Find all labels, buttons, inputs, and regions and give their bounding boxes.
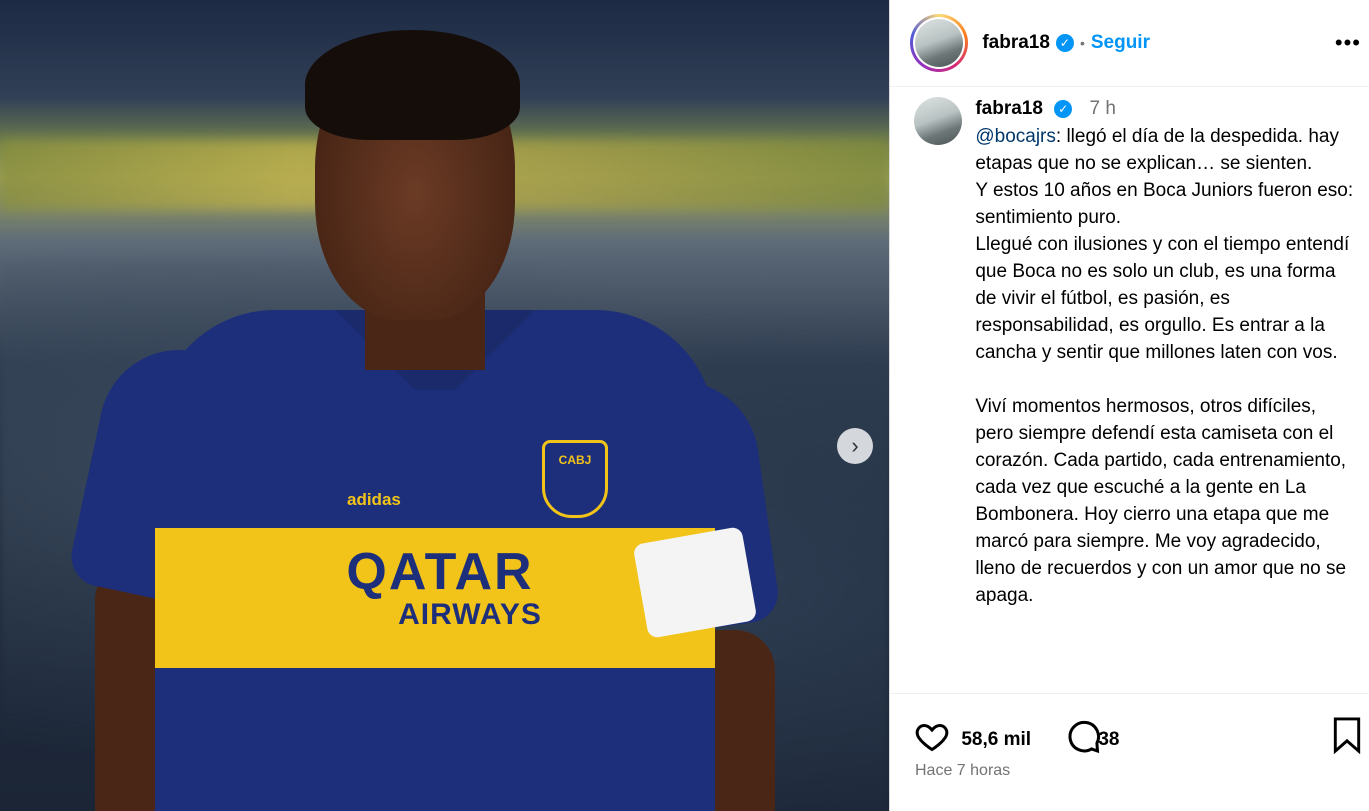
next-media-button[interactable]: ›: [837, 428, 873, 464]
caption-header: fabra18 ✓ 7 h: [975, 97, 1116, 121]
captain-armband: [632, 526, 758, 639]
caption-area: fabra18 ✓ 7 h @bocajrs: llegó el día de …: [890, 87, 1369, 694]
follow-button[interactable]: Seguir: [1091, 32, 1150, 54]
caption-body: : llegó el día de la despedida. hay etap…: [975, 126, 1354, 606]
post-actions: 58,6 mil 38: [890, 694, 1369, 766]
jersey-brand: adidas: [347, 490, 401, 509]
profile-avatar-ring[interactable]: [910, 14, 969, 72]
caption-text: @bocajrs: llegó el día de la despedida. …: [975, 123, 1355, 609]
verified-badge-icon: ✓: [1055, 34, 1074, 52]
chevron-right-icon: ›: [851, 433, 859, 458]
club-crest: CABJ: [542, 440, 608, 518]
post-side-panel: fabra18 ✓ • Seguir ••• fabra18 ✓ 7 h @bo…: [889, 0, 1369, 811]
crest-label: CABJ: [558, 453, 592, 467]
post-header: fabra18 ✓ • Seguir •••: [890, 0, 1369, 87]
post-timestamp: Hace 7 horas: [915, 762, 1011, 779]
sponsor-line-2: AIRWAYS: [398, 598, 542, 631]
heart-icon[interactable]: [914, 718, 950, 754]
more-options-icon[interactable]: •••: [1335, 30, 1361, 56]
verified-badge-icon: ✓: [1054, 99, 1073, 118]
header-separator: •: [1079, 35, 1085, 51]
caption-username[interactable]: fabra18: [975, 98, 1043, 119]
caption-avatar[interactable]: [914, 97, 963, 145]
post-media[interactable]: adidas CABJ QATAR AIRWAYS ›: [0, 0, 890, 811]
hair: [305, 30, 520, 140]
sponsor-line-1: QATAR: [346, 543, 534, 601]
bookmark-icon[interactable]: [1331, 716, 1363, 754]
player-photo: adidas CABJ QATAR AIRWAYS: [65, 20, 795, 811]
post-window: adidas CABJ QATAR AIRWAYS › fabra18 ✓ • …: [0, 0, 1369, 811]
likes-count[interactable]: 58,6 mil: [961, 729, 1031, 751]
caption-mention[interactable]: @bocajrs: [975, 126, 1056, 147]
jersey-sponsor: QATAR AIRWAYS: [260, 545, 620, 631]
avatar: [915, 19, 964, 67]
comments-count[interactable]: 38: [1098, 729, 1119, 751]
comment-icon[interactable]: [1066, 718, 1102, 754]
header-username[interactable]: fabra18: [982, 32, 1050, 54]
caption-time: 7 h: [1089, 98, 1116, 119]
